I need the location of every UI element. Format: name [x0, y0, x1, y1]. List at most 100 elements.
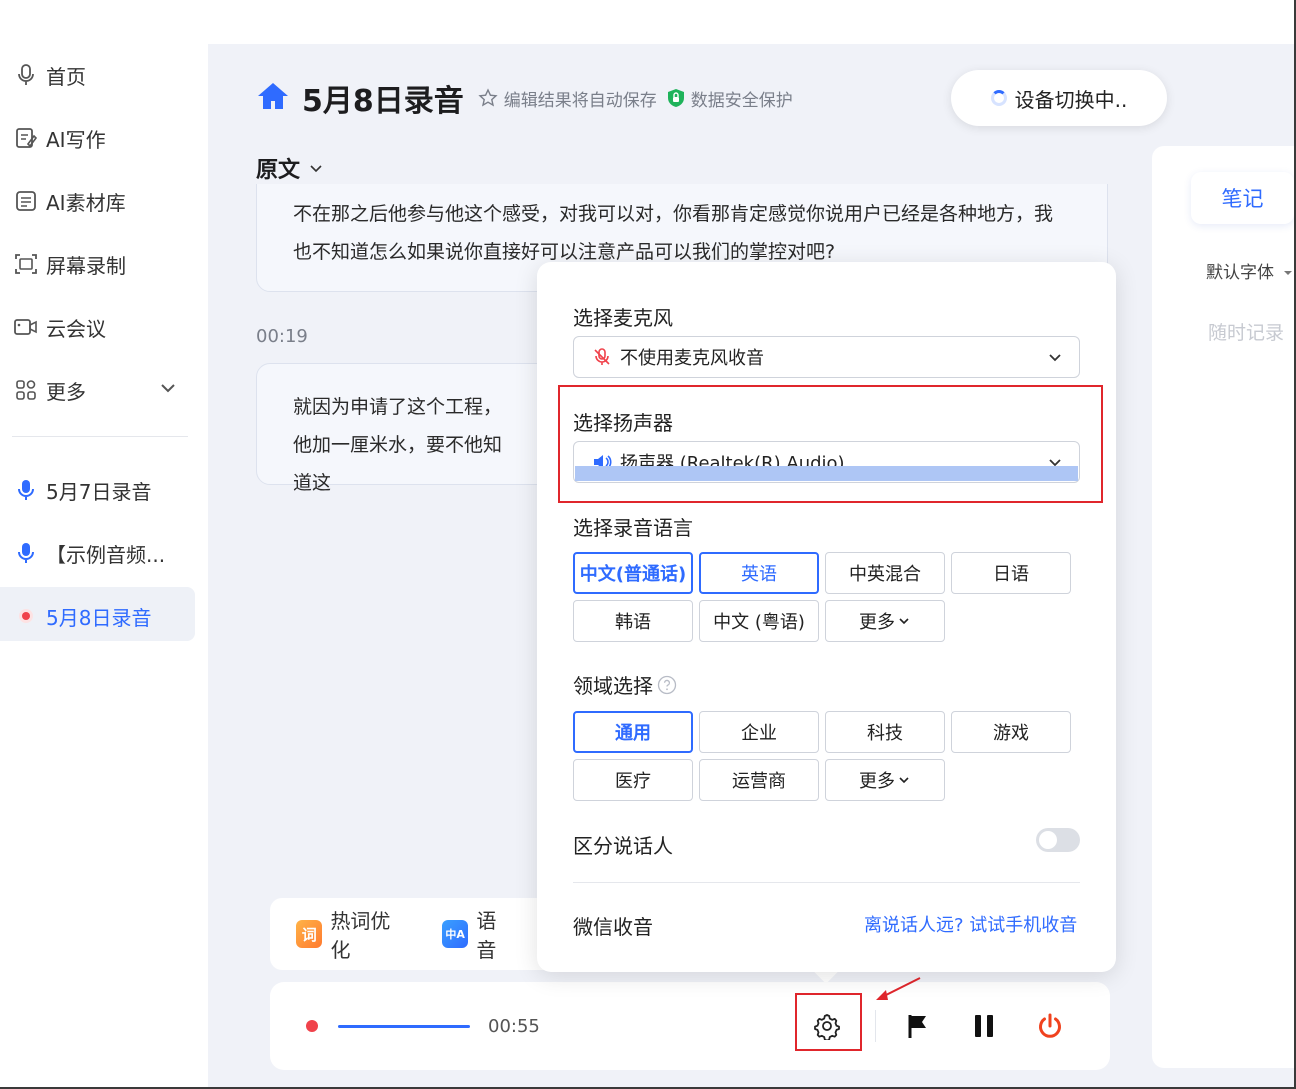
transcript-tab[interactable]: 原文 [256, 152, 324, 184]
speaker-separation-toggle[interactable] [1036, 828, 1080, 852]
scroll-clip [256, 140, 1108, 184]
divider [573, 882, 1080, 883]
chevron-down-icon[interactable] [158, 378, 178, 402]
chevron-down-icon [899, 777, 909, 784]
screen-record-icon [14, 252, 38, 276]
font-select-label: 默认字体 [1206, 263, 1274, 283]
star-icon[interactable] [478, 88, 498, 108]
nav-cloud-meeting[interactable]: 云会议 [14, 307, 106, 347]
device-status-pill: 设备切换中.. [951, 70, 1167, 126]
tab-notes[interactable]: 笔记 [1191, 172, 1294, 224]
domain-option[interactable]: 运营商 [699, 759, 819, 801]
paragraph-text: 不在那之后他参与他这个感受，对我可以对，你看那肯定感觉你说用户已经是各种地方，我… [293, 203, 1054, 263]
recording-label: 5月8日录音 [46, 605, 152, 630]
hotword-button[interactable]: 词 热词优化 [296, 905, 406, 963]
nav-more[interactable]: 更多 [14, 370, 86, 410]
elapsed-time: 00:55 [488, 1016, 540, 1037]
recording-label: 5月7日录音 [46, 479, 152, 504]
page-title[interactable]: 5月8日录音 [302, 76, 464, 120]
header: 5月8日录音 编辑结果将自动保存 数据安全保护 [256, 76, 793, 120]
tab-label: 原文 [256, 158, 301, 183]
autosave-text: 编辑结果将自动保存 [503, 90, 657, 111]
autosave-note: 编辑结果将自动保存 [478, 86, 657, 111]
domain-option[interactable]: 游戏 [951, 711, 1071, 753]
notes-input-placeholder[interactable]: 随时记录 [1208, 318, 1284, 345]
sidebar: 首页 AI写作 AI素材库 屏幕录制 云会议 更多 5月7日录音 【示例音频..… [0, 0, 208, 1089]
language-option[interactable]: 英语 [699, 552, 819, 594]
more-label: 更多 [859, 771, 895, 792]
wechat-label: 微信收音 [573, 915, 653, 939]
language-tool-label: 语音 [476, 909, 497, 962]
chevron-down-icon [1284, 271, 1293, 275]
pause-icon [975, 1015, 993, 1037]
flag-icon [908, 1015, 926, 1038]
security-text: 数据安全保护 [690, 90, 793, 111]
recording-item[interactable]: 【示例音频... [14, 533, 165, 573]
video-camera-icon [14, 315, 38, 339]
recording-label: 【示例音频... [46, 542, 166, 567]
recording-dot-icon [14, 604, 38, 628]
edit-doc-icon [14, 126, 38, 150]
recording-item[interactable]: 5月7日录音 [14, 470, 151, 510]
nav-ai-writing[interactable]: AI写作 [14, 118, 106, 158]
font-select[interactable]: 默认字体 [1206, 258, 1293, 283]
chevron-down-icon [1049, 354, 1061, 362]
pause-button[interactable] [964, 1006, 1004, 1046]
mic-outline-icon [14, 63, 38, 87]
domain-option[interactable]: 医疗 [573, 759, 693, 801]
domain-option[interactable]: 企业 [699, 711, 819, 753]
mic-select-value: 不使用麦克风收音 [620, 348, 764, 369]
nav-screen-record[interactable]: 屏幕录制 [14, 244, 126, 284]
domain-more-button[interactable]: 更多 [825, 759, 945, 801]
domain-label: 领域选择 [573, 674, 653, 698]
language-option[interactable]: 中文 (粤语) [699, 600, 819, 642]
language-option[interactable]: 中英混合 [825, 552, 945, 594]
security-note: 数据安全保护 [667, 86, 793, 111]
help-icon[interactable] [657, 675, 677, 695]
nav-label: AI写作 [46, 127, 106, 152]
paragraph-text: 就因为申请了这个工程，他加一厘米水，要不他知道这 [293, 396, 503, 494]
nav-label: 更多 [46, 379, 86, 404]
library-icon [14, 189, 38, 213]
device-status-text: 设备切换中.. [1014, 87, 1128, 112]
flag-button[interactable] [898, 1006, 938, 1046]
annotation-arrow-icon [876, 977, 921, 1000]
tool-bar: 词 热词优化 中A 语音 [270, 898, 550, 970]
nav-label: AI素材库 [46, 190, 126, 215]
hotword-label: 热词优化 [330, 909, 391, 962]
transcript-paragraph[interactable]: 就因为申请了这个工程，他加一厘米水，要不他知道这 [256, 363, 556, 494]
nav-home[interactable]: 首页 [14, 55, 86, 95]
language-option[interactable]: 韩语 [573, 600, 693, 642]
language-option[interactable]: 日语 [951, 552, 1071, 594]
mic-icon [14, 478, 38, 502]
language-option[interactable]: 中文(普通话) [573, 552, 693, 594]
language-tool-button[interactable]: 中A 语音 [441, 905, 514, 963]
recording-item-active[interactable]: 5月8日录音 [14, 596, 151, 636]
highlight-box [795, 993, 862, 1051]
stop-button[interactable] [1030, 1006, 1070, 1046]
recording-indicator [306, 1020, 318, 1032]
chevron-down-icon [899, 618, 909, 625]
timestamp[interactable]: 00:19 [256, 326, 308, 347]
divider [12, 436, 188, 437]
player-bar: 00:55 [270, 982, 1110, 1070]
mic-label: 选择麦克风 [573, 306, 673, 330]
waveform [338, 1025, 470, 1028]
nav-label: 首页 [46, 64, 86, 89]
divider [875, 1010, 876, 1042]
loading-spinner-icon [990, 90, 1007, 106]
mic-select[interactable]: 不使用麦克风收音 [573, 336, 1080, 378]
home-icon[interactable] [256, 81, 290, 115]
grid-icon [14, 378, 38, 402]
chevron-down-icon [310, 165, 322, 173]
phone-recording-link[interactable]: 离说话人远? 试试手机收音 [864, 911, 1077, 937]
domain-option[interactable]: 通用 [573, 711, 693, 753]
nav-ai-library[interactable]: AI素材库 [14, 181, 126, 221]
speaker-separation-label: 区分说话人 [573, 834, 673, 858]
shield-lock-icon [667, 89, 684, 107]
mic-icon [14, 541, 38, 565]
highlight-box [558, 385, 1103, 503]
domain-option[interactable]: 科技 [825, 711, 945, 753]
domain-label-row: 领域选择 [573, 670, 677, 699]
language-more-button[interactable]: 更多 [825, 600, 945, 642]
